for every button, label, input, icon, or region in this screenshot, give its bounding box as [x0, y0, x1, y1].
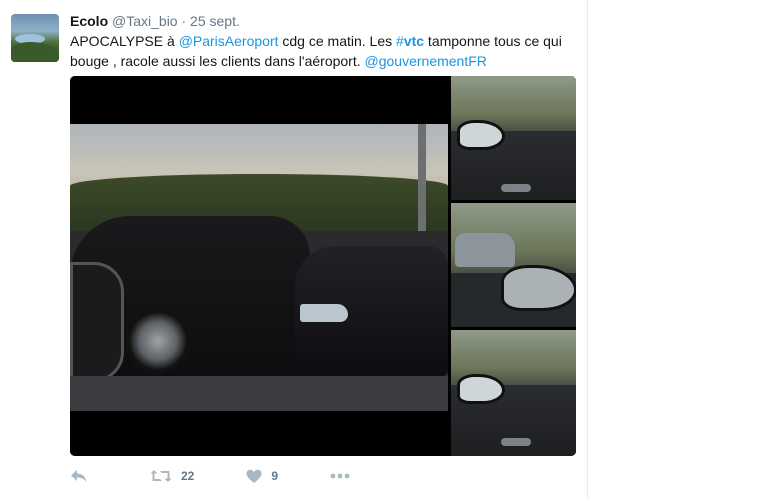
photo-mirror: [457, 374, 505, 404]
tweet-date[interactable]: 25 sept.: [190, 13, 240, 29]
author-name[interactable]: Ecolo: [70, 13, 108, 29]
photo-side-mirror: [70, 262, 124, 382]
photo-silver-car: [455, 233, 515, 267]
author-handle[interactable]: @Taxi_bio: [112, 13, 178, 29]
photo-side-3[interactable]: [451, 330, 576, 456]
photo-wheel: [125, 308, 191, 374]
reply-button[interactable]: [70, 468, 88, 484]
media-grid: [70, 76, 576, 456]
photo-mirror: [501, 265, 576, 311]
reply-icon: [71, 470, 87, 482]
hashtag-symbol: #: [396, 33, 404, 49]
photo-dashboard: [70, 376, 448, 411]
text-part-2: cdg ce matin. Les: [278, 33, 397, 49]
avatar-hill: [11, 42, 59, 62]
more-button[interactable]: [330, 473, 350, 479]
photo-side-1[interactable]: [451, 76, 576, 200]
photo-pole: [418, 124, 426, 234]
heart-icon: [246, 469, 262, 483]
photo-door-handle: [501, 438, 531, 446]
photo-mirror: [457, 120, 505, 150]
photo-headlight: [300, 304, 348, 322]
like-count: 9: [271, 469, 279, 483]
more-dots-icon: [330, 473, 350, 479]
mention-paris-aeroport[interactable]: @ParisAeroport: [179, 33, 279, 49]
hashtag-vtc[interactable]: #vtc: [396, 33, 424, 49]
tweet-text: APOCALYPSE à @ParisAeroport cdg ce matin…: [70, 31, 580, 71]
mention-gouvernement[interactable]: @gouvernementFR: [365, 53, 487, 69]
retweet-icon: [150, 470, 172, 482]
photo-side-2[interactable]: [451, 203, 576, 327]
text-part-1: APOCALYPSE à: [70, 33, 179, 49]
retweet-count: 22: [181, 469, 195, 483]
photo-main[interactable]: [70, 76, 448, 456]
header-separator: ·: [181, 13, 187, 29]
retweet-button[interactable]: 22: [150, 468, 194, 484]
tweet-actions: 22 9: [70, 466, 402, 486]
like-button[interactable]: 9: [246, 469, 278, 484]
tweet[interactable]: Ecolo @Taxi_bio · 25 sept. APOCALYPSE à …: [0, 0, 588, 499]
hashtag-text: vtc: [403, 33, 425, 49]
avatar[interactable]: [11, 14, 59, 62]
photo-door-handle: [501, 184, 531, 192]
tweet-header: Ecolo @Taxi_bio · 25 sept.: [70, 12, 240, 30]
